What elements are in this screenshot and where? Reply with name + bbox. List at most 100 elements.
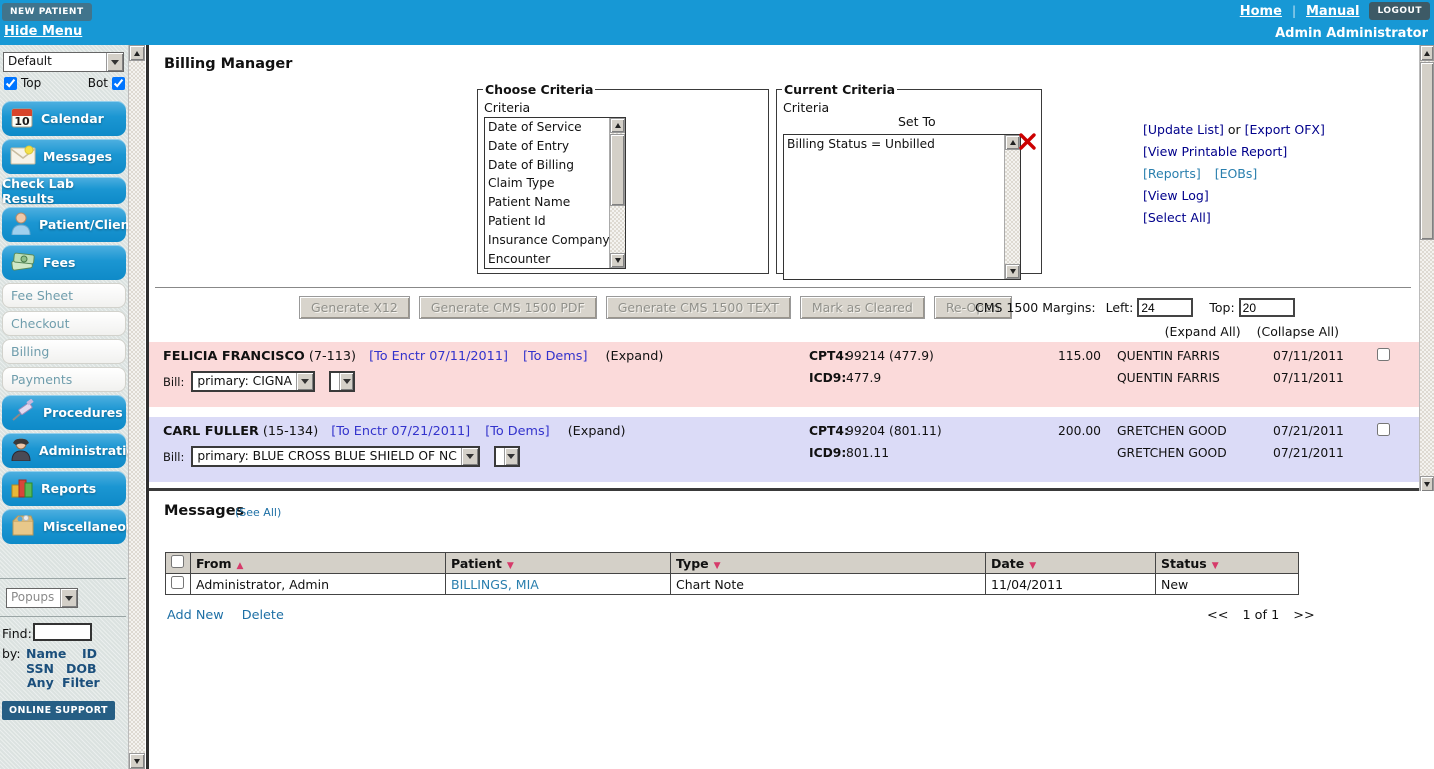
top-frame-checkbox[interactable] [4, 77, 17, 90]
remove-criteria-icon[interactable] [1018, 132, 1037, 154]
row-select-checkbox[interactable] [1377, 423, 1390, 436]
criteria-option[interactable]: Date of Entry [485, 137, 625, 156]
expand-row-link[interactable]: (Expand) [568, 424, 626, 439]
scroll-down-arrow[interactable] [610, 253, 625, 268]
delete-link[interactable]: Delete [242, 608, 284, 623]
message-select-checkbox[interactable] [171, 576, 184, 589]
online-support-button[interactable]: ONLINE SUPPORT [2, 701, 115, 720]
find-by-any-link[interactable]: Any [27, 675, 54, 690]
listbox-scrollbar[interactable] [609, 118, 625, 268]
chevron-down-icon[interactable] [106, 53, 123, 71]
patient-header[interactable]: Patient▼ [446, 553, 671, 574]
mark-as-cleared-button[interactable]: Mark as Cleared [800, 296, 925, 319]
add-new-link[interactable]: Add New [167, 608, 224, 623]
secondary-select[interactable] [494, 446, 520, 467]
sidebar-item-checkout[interactable]: Checkout [2, 311, 126, 336]
type-header[interactable]: Type▼ [671, 553, 986, 574]
find-by-ssn-link[interactable]: SSN [26, 661, 54, 676]
prev-page-link[interactable]: << [1207, 608, 1228, 623]
see-all-link[interactable]: (See All) [235, 506, 281, 519]
select-all-checkbox[interactable] [171, 555, 184, 568]
expand-row-link[interactable]: (Expand) [606, 349, 664, 364]
current-criteria-listbox[interactable]: Billing Status = Unbilled [783, 134, 1021, 280]
scroll-down-arrow[interactable] [1420, 476, 1434, 492]
sidebar-item-patient-client[interactable]: Patient/Client [2, 207, 126, 242]
to-demographics-link[interactable]: [To Dems] [485, 424, 549, 439]
sidebar-item-billing[interactable]: Billing [2, 339, 126, 364]
secondary-select[interactable] [329, 371, 355, 392]
chevron-down-icon[interactable] [504, 448, 518, 465]
top-margin-input[interactable] [1239, 298, 1295, 317]
choose-criteria-listbox[interactable]: Date of Service Date of Entry Date of Bi… [484, 117, 626, 269]
find-input[interactable] [33, 623, 92, 641]
criteria-option[interactable]: Claim Type [485, 174, 625, 193]
hide-menu-link[interactable]: Hide Menu [4, 24, 82, 39]
insurance-select[interactable]: primary: CIGNA [191, 371, 315, 392]
next-page-link[interactable]: >> [1293, 608, 1314, 623]
criteria-option[interactable]: Insurance Company [485, 231, 625, 250]
bot-frame-checkbox[interactable] [112, 77, 125, 90]
criteria-option[interactable]: Date of Service [485, 118, 625, 137]
sidebar-item-fee-sheet[interactable]: Fee Sheet [2, 283, 126, 308]
criteria-option[interactable]: Encounter [485, 250, 625, 269]
criteria-option[interactable]: Date of Billing [485, 156, 625, 175]
sidebar-item-fees[interactable]: Fees [2, 245, 126, 280]
sidebar-item-check-lab-results[interactable]: Check Lab Results [2, 177, 126, 204]
sidebar-item-payments[interactable]: Payments [2, 367, 126, 392]
sidebar-item-miscellaneous[interactable]: Miscellaneous [2, 509, 126, 544]
find-filter-link[interactable]: Filter [62, 675, 100, 690]
chevron-down-icon[interactable] [296, 373, 313, 390]
patient-link[interactable]: BILLINGS, MIA [451, 577, 539, 592]
find-by-dob-link[interactable]: DOB [66, 661, 97, 676]
layout-select[interactable]: Default [3, 52, 124, 72]
to-encounter-link[interactable]: [To Enctr 07/21/2011] [331, 424, 470, 439]
new-patient-button[interactable]: NEW PATIENT [2, 3, 92, 21]
scrollbar-thumb[interactable] [1420, 62, 1434, 240]
left-margin-input[interactable] [1137, 298, 1193, 317]
popups-select[interactable]: Popups [6, 588, 78, 608]
scroll-down-arrow[interactable] [129, 753, 145, 769]
chevron-down-icon[interactable] [60, 589, 77, 607]
scroll-up-arrow[interactable] [610, 118, 625, 133]
current-criteria-item[interactable]: Billing Status = Unbilled [784, 135, 1020, 154]
sidebar-item-administration[interactable]: Administration [2, 433, 126, 468]
scroll-up-arrow[interactable] [1420, 45, 1434, 61]
find-by-id-link[interactable]: ID [82, 646, 97, 661]
row-select-checkbox[interactable] [1377, 348, 1390, 361]
scroll-up-arrow[interactable] [129, 45, 145, 61]
generate-cms1500-text-button[interactable]: Generate CMS 1500 TEXT [606, 296, 791, 319]
select-all-link[interactable]: [Select All] [1143, 210, 1211, 225]
home-link[interactable]: Home [1240, 4, 1282, 19]
collapse-all-link[interactable]: (Collapse All) [1257, 324, 1339, 339]
scroll-down-arrow[interactable] [1005, 264, 1020, 279]
from-header[interactable]: From▲ [191, 553, 446, 574]
insurance-select[interactable]: primary: BLUE CROSS BLUE SHIELD OF NC [191, 446, 479, 467]
sidebar-item-reports[interactable]: Reports [2, 471, 126, 506]
criteria-option[interactable]: Patient Name [485, 193, 625, 212]
eobs-link[interactable]: [EOBs] [1215, 166, 1258, 181]
update-list-link[interactable]: [Update List] [1143, 122, 1224, 137]
to-demographics-link[interactable]: [To Dems] [523, 349, 587, 364]
main-scrollbar[interactable] [1419, 45, 1434, 492]
sidebar-item-messages[interactable]: Messages [2, 139, 126, 174]
sidebar-item-calendar[interactable]: 10 Calendar [2, 101, 126, 136]
date-header[interactable]: Date▼ [986, 553, 1156, 574]
logout-button[interactable]: LOGOUT [1369, 2, 1430, 20]
generate-x12-button[interactable]: Generate X12 [299, 296, 410, 319]
to-encounter-link[interactable]: [To Enctr 07/11/2011] [369, 349, 508, 364]
sidebar-item-procedures[interactable]: Procedures [2, 395, 126, 430]
chevron-down-icon[interactable] [339, 373, 353, 390]
scrollbar-thumb[interactable] [610, 134, 625, 206]
chevron-down-icon[interactable] [461, 448, 478, 465]
export-ofx-link[interactable]: [Export OFX] [1245, 122, 1325, 137]
listbox-scrollbar[interactable] [1004, 135, 1020, 279]
sidebar-scrollbar[interactable] [128, 45, 145, 769]
reports-link[interactable]: [Reports] [1143, 166, 1201, 181]
view-printable-report-link[interactable]: [View Printable Report] [1143, 144, 1287, 159]
generate-cms1500-pdf-button[interactable]: Generate CMS 1500 PDF [419, 296, 597, 319]
find-by-name-link[interactable]: Name [26, 646, 66, 661]
expand-all-link[interactable]: (Expand All) [1165, 324, 1241, 339]
manual-link[interactable]: Manual [1306, 4, 1359, 19]
status-header[interactable]: Status▼ [1156, 553, 1299, 574]
criteria-option[interactable]: Patient Id [485, 212, 625, 231]
